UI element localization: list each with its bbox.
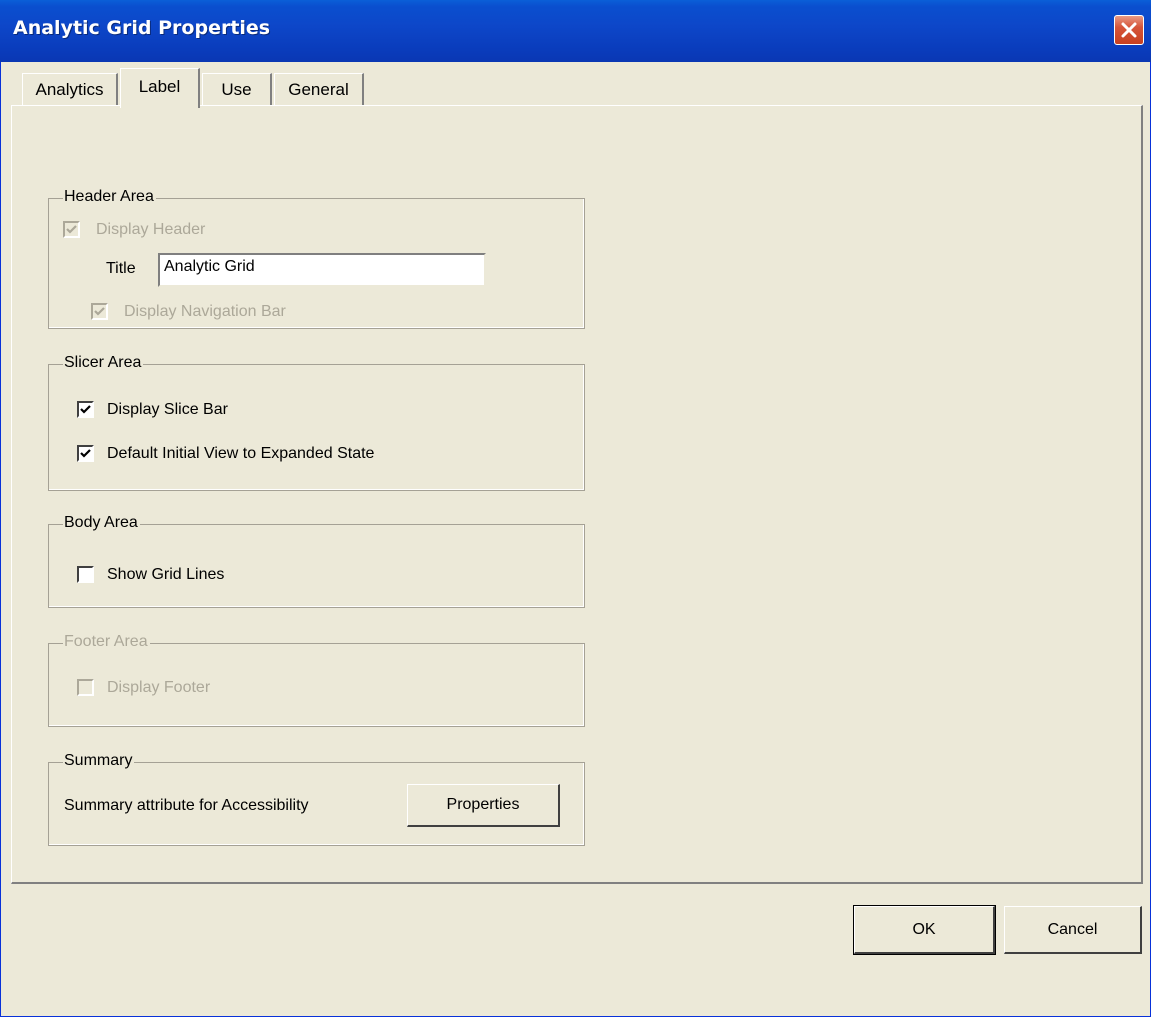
default-initial-view-label: Default Initial View to Expanded State: [107, 445, 375, 462]
display-navigation-bar-label: Display Navigation Bar: [124, 303, 286, 320]
tab-label: Label: [138, 77, 181, 96]
tab-label-active[interactable]: Label: [120, 68, 200, 108]
display-slice-bar-label: Display Slice Bar: [107, 401, 228, 418]
ok-button[interactable]: OK: [853, 905, 996, 955]
close-button[interactable]: [1114, 15, 1144, 45]
slicer-area-legend: Slicer Area: [63, 353, 144, 373]
summary-legend: Summary: [63, 751, 135, 771]
body-area-legend: Body Area: [63, 513, 140, 533]
footer-area-legend: Footer Area: [63, 632, 150, 652]
tab-label: Analytics: [35, 80, 104, 99]
title-input[interactable]: Analytic Grid: [158, 253, 486, 287]
tab-label: Use: [221, 80, 252, 99]
display-footer-checkbox[interactable]: [77, 679, 94, 696]
display-header-checkbox[interactable]: [63, 221, 80, 238]
cancel-button[interactable]: Cancel: [1004, 906, 1142, 954]
display-slice-bar-checkbox[interactable]: [77, 401, 94, 418]
dialog-window: Analytic Grid Properties Analytics Label…: [0, 0, 1151, 1017]
title-bar[interactable]: Analytic Grid Properties: [0, 0, 1151, 62]
summary-description: Summary attribute for Accessibility: [64, 797, 309, 814]
properties-button-label: Properties: [446, 796, 520, 813]
slicer-area-group: Slicer Area: [48, 353, 585, 491]
tab-analytics[interactable]: Analytics: [22, 73, 118, 105]
cancel-button-label: Cancel: [1047, 921, 1098, 938]
title-input-value: Analytic Grid: [164, 258, 255, 275]
display-footer-label: Display Footer: [107, 679, 211, 696]
default-initial-view-checkbox[interactable]: [77, 445, 94, 462]
display-header-label: Display Header: [96, 221, 206, 238]
header-area-legend: Header Area: [63, 187, 156, 207]
tab-use[interactable]: Use: [202, 73, 272, 105]
tab-label: General: [288, 80, 349, 99]
show-grid-lines-checkbox[interactable]: [77, 566, 94, 583]
window-title: Analytic Grid Properties: [13, 17, 271, 39]
properties-button[interactable]: Properties: [407, 784, 560, 827]
title-label: Title: [106, 260, 136, 277]
display-navigation-bar-checkbox[interactable]: [91, 303, 108, 320]
ok-button-label: OK: [912, 921, 936, 938]
tab-general[interactable]: General: [274, 73, 364, 105]
show-grid-lines-label: Show Grid Lines: [107, 566, 225, 583]
